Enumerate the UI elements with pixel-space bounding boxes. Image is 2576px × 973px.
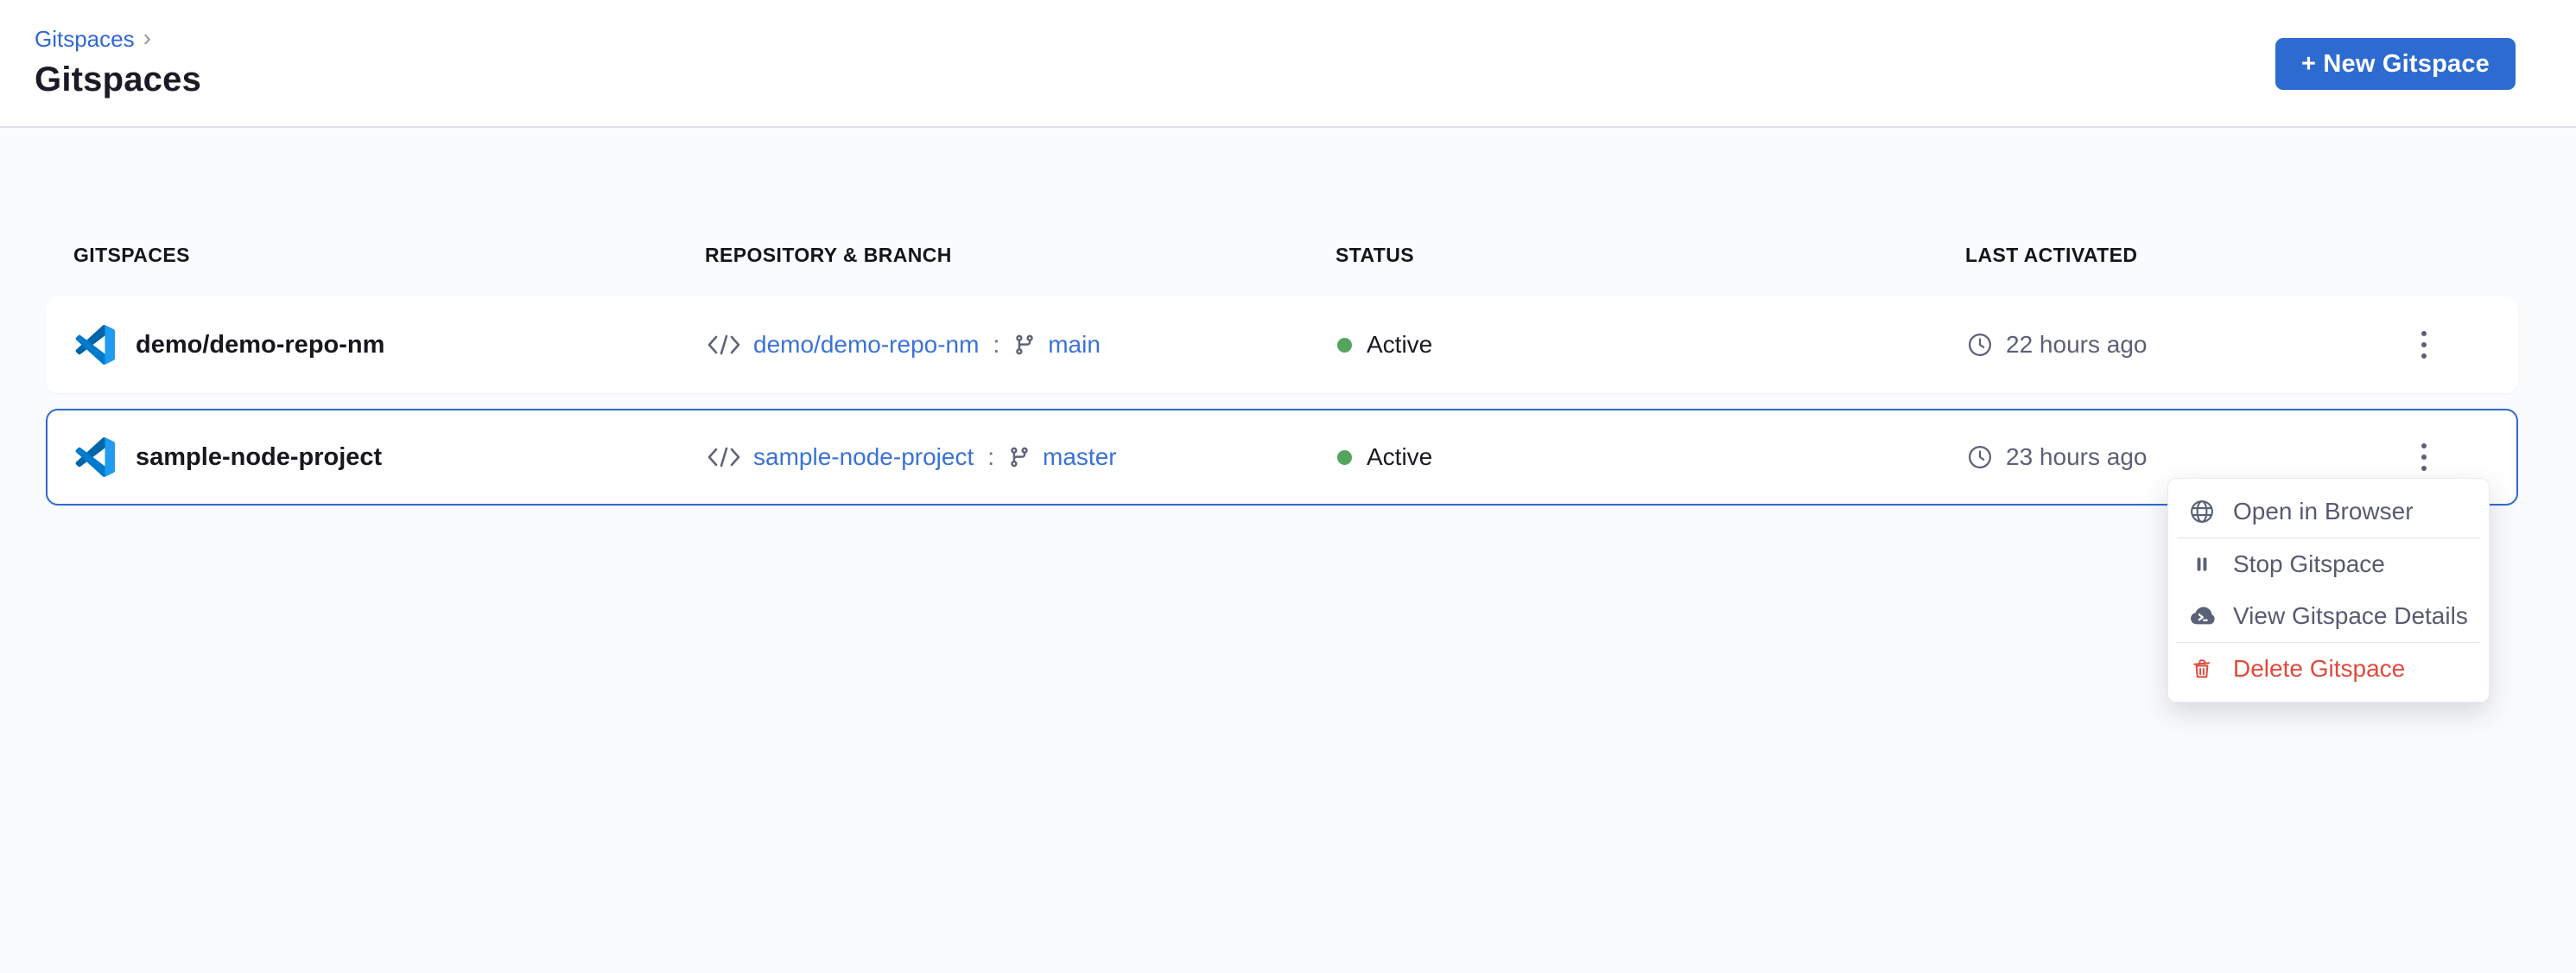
status-dot-icon	[1337, 338, 1352, 353]
branch-link[interactable]: main	[1048, 331, 1101, 359]
menu-item-delete-gitspace[interactable]: Delete Gitspace	[2168, 643, 2489, 695]
clock-icon	[1967, 332, 1993, 358]
menu-item-open-in-browser[interactable]: Open in Browser	[2168, 486, 2489, 537]
page-header: Gitspaces › Gitspaces + New Gitspace	[0, 0, 2576, 128]
table-row[interactable]: sample-node-project sample-node-project …	[46, 409, 2518, 506]
context-menu: Open in Browser Stop Gitspace View Gitsp…	[2167, 478, 2490, 703]
status-text: Active	[1367, 331, 1432, 359]
gitspace-name: demo/demo-repo-nm	[136, 331, 384, 359]
status-text: Active	[1367, 443, 1432, 471]
last-activated-cell: 23 hours ago	[1967, 443, 2359, 471]
table-header-row: GITSPACES REPOSITORY & BRANCH STATUS LAS…	[46, 242, 2518, 268]
breadcrumb: Gitspaces ›	[35, 26, 201, 52]
code-icon	[707, 333, 741, 357]
menu-item-stop-gitspace[interactable]: Stop Gitspace	[2168, 538, 2489, 590]
column-header-last-activated: LAST ACTIVATED	[1965, 244, 2361, 267]
clock-icon	[1967, 444, 1993, 470]
column-header-repository-branch: REPOSITORY & BRANCH	[705, 244, 1336, 267]
trash-icon	[2188, 657, 2216, 681]
repo-branch-separator: :	[991, 331, 1001, 359]
menu-item-view-gitspace-details[interactable]: View Gitspace Details	[2168, 590, 2489, 642]
menu-item-label: Open in Browser	[2233, 498, 2414, 525]
column-header-status: STATUS	[1336, 244, 1965, 267]
menu-item-label: Stop Gitspace	[2233, 550, 2385, 578]
code-icon	[707, 445, 741, 469]
table-row[interactable]: demo/demo-repo-nm demo/demo-repo-nm : ma…	[46, 296, 2518, 393]
gitspace-name: sample-node-project	[136, 443, 382, 472]
last-activated-text: 22 hours ago	[2006, 331, 2147, 359]
gitspaces-page: Gitspaces › Gitspaces + New Gitspace GIT…	[0, 0, 2576, 973]
repo-branch-separator: :	[986, 443, 996, 471]
column-header-gitspaces: GITSPACES	[73, 244, 705, 267]
repository-branch-cell: demo/demo-repo-nm : main	[707, 331, 1337, 359]
gitspace-cell: sample-node-project	[75, 437, 707, 477]
header-left: Gitspaces › Gitspaces	[35, 26, 201, 99]
repository-link[interactable]: sample-node-project	[753, 443, 974, 471]
menu-item-label: View Gitspace Details	[2233, 602, 2468, 630]
last-activated-cell: 22 hours ago	[1967, 331, 2359, 359]
kebab-menu-icon	[2421, 443, 2427, 448]
new-gitspace-button[interactable]: + New Gitspace	[2275, 38, 2516, 90]
vscode-icon	[75, 437, 115, 477]
page-title: Gitspaces	[35, 60, 201, 99]
globe-icon	[2188, 499, 2216, 525]
repository-branch-cell: sample-node-project : master	[707, 443, 1337, 471]
status-dot-icon	[1337, 450, 1352, 465]
chevron-right-icon: ›	[143, 25, 151, 51]
last-activated-text: 23 hours ago	[2006, 443, 2147, 471]
git-branch-icon	[1008, 446, 1031, 468]
gitspace-cell: demo/demo-repo-nm	[75, 325, 707, 365]
kebab-menu-icon	[2421, 331, 2427, 336]
cloud-terminal-icon	[2188, 602, 2216, 630]
row-actions-button[interactable]	[2408, 321, 2440, 369]
breadcrumb-link-gitspaces[interactable]: Gitspaces	[35, 26, 135, 52]
branch-link[interactable]: master	[1043, 443, 1117, 471]
gitspaces-table: GITSPACES REPOSITORY & BRANCH STATUS LAS…	[0, 128, 2576, 506]
status-cell: Active	[1337, 331, 1967, 359]
repository-link[interactable]: demo/demo-repo-nm	[753, 331, 979, 359]
status-cell: Active	[1337, 443, 1967, 471]
row-actions-button[interactable]	[2408, 433, 2440, 481]
vscode-icon	[75, 325, 115, 365]
git-branch-icon	[1013, 334, 1036, 356]
menu-item-label: Delete Gitspace	[2233, 655, 2405, 683]
pause-icon	[2188, 553, 2216, 576]
